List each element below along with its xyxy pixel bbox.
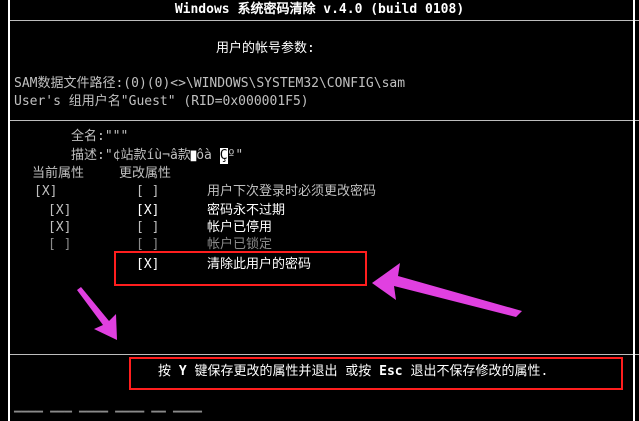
- info-divider: [10, 120, 639, 121]
- current-flag-never-expires: [X]: [48, 203, 72, 218]
- sam-path: SAM数据文件路径:(0)(0)<>\WINDOWS\SYSTEM32\CONF…: [14, 76, 406, 91]
- current-flag-locked: [ ]: [48, 237, 72, 252]
- terminal-screen: Windows 系统密码清除 v.4.0 (build 0108) 用户的帐号参…: [0, 0, 639, 421]
- title-divider: [10, 20, 639, 21]
- attr-label-disabled: 帐户已停用: [207, 220, 273, 235]
- current-flag-disabled: [X]: [48, 220, 72, 235]
- section-title: 用户的帐号参数:: [216, 41, 315, 56]
- full-name: 全名:""": [71, 129, 129, 144]
- user-info: User's 组用户名"Guest" (RID=0x000001F5): [14, 94, 309, 109]
- change-flag-never-expires[interactable]: [X]: [136, 203, 159, 219]
- description-mid: ôà: [196, 148, 212, 163]
- footer-divider: [10, 354, 639, 355]
- change-attributes-header: 更改属性: [119, 166, 172, 181]
- status-line-fragment-left: ▔▔▔▔ ▔▔▔ ▔▔▔▔ ▔▔▔▔ ▔▔ ▔▔▔▔: [14, 411, 202, 421]
- app-title: Windows 系统密码清除 v.4.0 (build 0108): [174, 2, 465, 17]
- highlight-box-footer: [129, 357, 623, 390]
- change-flag-disabled[interactable]: [ ]: [136, 220, 159, 236]
- description: 描述:"¢站款íù¬â款█ôà Çº": [71, 148, 243, 165]
- attr-label-never-expires: 密码永不过期: [207, 203, 286, 218]
- right-frame-edge: [633, 0, 635, 421]
- text-cursor: Ç: [219, 148, 228, 164]
- description-suffix: º": [227, 148, 244, 163]
- left-frame-edge: [8, 0, 10, 421]
- current-flag-must-change: [X]: [34, 184, 58, 199]
- change-flag-must-change[interactable]: [ ]: [136, 184, 159, 200]
- current-attributes-header: 当前属性: [32, 166, 85, 181]
- description-prefix: 描述:"¢站款íù¬â款: [71, 148, 191, 163]
- attr-label-must-change: 用户下次登录时必须更改密码: [207, 184, 377, 199]
- highlight-box-clear-password: [114, 251, 367, 286]
